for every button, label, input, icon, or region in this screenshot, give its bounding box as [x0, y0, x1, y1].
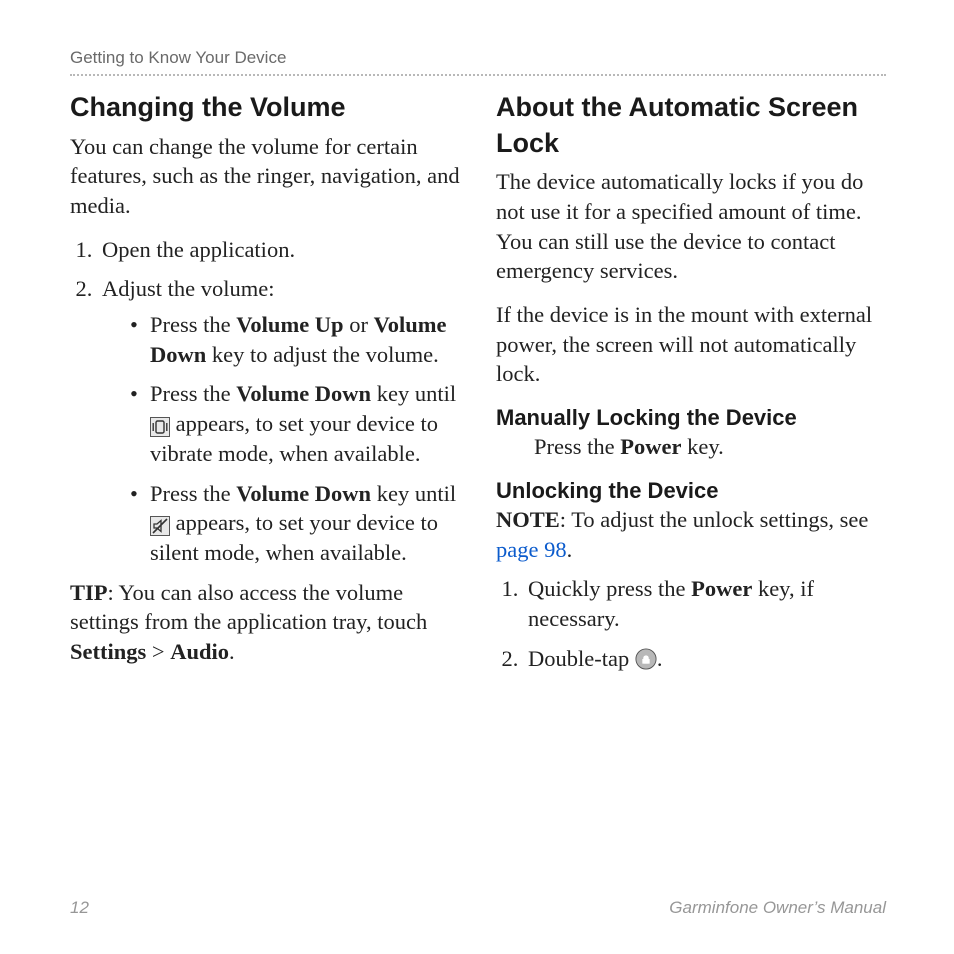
text: Press the: [150, 481, 236, 506]
text: Quickly press the: [528, 576, 691, 601]
lock-p1: The device automatically locks if you do…: [496, 167, 886, 286]
volume-step-2-text: Adjust the volume:: [102, 276, 275, 301]
volume-down-label-2: Volume Down: [236, 381, 371, 406]
heading-screen-lock: About the Automatic Screen Lock: [496, 90, 886, 161]
page-footer: 12 Garminfone Owner’s Manual: [70, 898, 886, 918]
text: Press the: [150, 312, 236, 337]
vibrate-icon: [150, 417, 170, 437]
text: appears, to set your device to silent mo…: [150, 510, 438, 565]
heading-changing-volume: Changing the Volume: [70, 90, 460, 126]
text: : To adjust the unlock settings, see: [560, 507, 869, 532]
content-columns: Changing the Volume You can change the v…: [70, 90, 886, 683]
right-column: About the Automatic Screen Lock The devi…: [496, 90, 886, 683]
manual-title: Garminfone Owner’s Manual: [669, 898, 886, 918]
text: >: [146, 639, 170, 664]
power-key-label-2: Power: [691, 576, 752, 601]
volume-steps: Open the application. Adjust the volume:…: [70, 235, 460, 568]
unlock-step-1: Quickly press the Power key, if necessar…: [524, 574, 886, 633]
page-number: 12: [70, 898, 89, 918]
volume-step-1: Open the application.: [98, 235, 460, 265]
unlock-step-2: Double-tap .: [524, 644, 886, 674]
heading-unlock: Unlocking the Device: [496, 476, 886, 505]
power-key-label: Power: [620, 434, 681, 459]
note-label: NOTE: [496, 507, 560, 532]
volume-substeps: Press the Volume Up or Volume Down key t…: [102, 310, 460, 568]
text: key to adjust the volume.: [206, 342, 438, 367]
text: Double-tap: [528, 646, 635, 671]
lock-p2: If the device is in the mount with exter…: [496, 300, 886, 389]
text: .: [657, 646, 663, 671]
tip-label: TIP: [70, 580, 108, 605]
volume-tip: TIP: You can also access the volume sett…: [70, 578, 460, 667]
settings-label: Settings: [70, 639, 146, 664]
volume-substep-silent: Press the Volume Down key until appears,…: [130, 479, 460, 568]
section-header: Getting to Know Your Device: [70, 48, 886, 76]
text: appears, to set your device to vibrate m…: [150, 411, 438, 466]
text: .: [567, 537, 573, 562]
heading-manual-lock: Manually Locking the Device: [496, 403, 886, 432]
unlock-note: NOTE: To adjust the unlock settings, see…: [496, 505, 886, 564]
audio-label: Audio: [170, 639, 229, 664]
volume-intro: You can change the volume for certain fe…: [70, 132, 460, 221]
text: Press the: [534, 434, 620, 459]
text: Press the: [150, 381, 236, 406]
volume-down-label-3: Volume Down: [236, 481, 371, 506]
text: .: [229, 639, 235, 664]
silent-icon: [150, 516, 170, 536]
volume-substep-up-down: Press the Volume Up or Volume Down key t…: [130, 310, 460, 369]
volume-up-label: Volume Up: [236, 312, 343, 337]
text: key until: [371, 481, 456, 506]
text: : You can also access the volume setting…: [70, 580, 427, 635]
unlock-button-icon: [635, 648, 657, 670]
page-98-link[interactable]: page 98: [496, 537, 567, 562]
unlock-steps: Quickly press the Power key, if necessar…: [496, 574, 886, 673]
text: or: [344, 312, 374, 337]
manual-lock-body: Press the Power key.: [496, 432, 886, 462]
volume-step-2: Adjust the volume: Press the Volume Up o…: [98, 274, 460, 567]
volume-substep-vibrate: Press the Volume Down key until appears,…: [130, 379, 460, 468]
text: key.: [681, 434, 723, 459]
text: key until: [371, 381, 456, 406]
left-column: Changing the Volume You can change the v…: [70, 90, 460, 683]
